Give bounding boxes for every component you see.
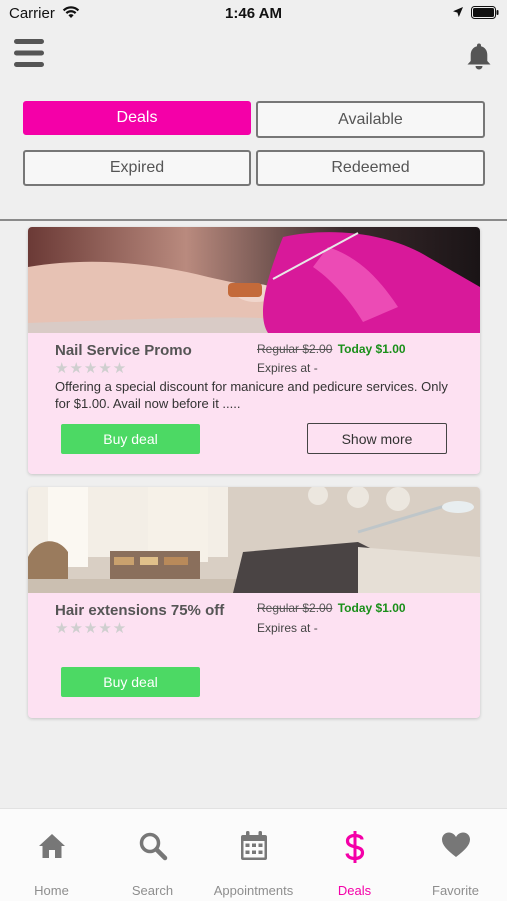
tab-favorite[interactable]: Favorite <box>405 809 506 901</box>
tab-favorite-label: Favorite <box>432 883 479 898</box>
tab-home-label: Home <box>34 883 69 898</box>
battery-icon <box>471 6 499 19</box>
deal-card: Hair extensions 75% off ★★★★★ Regular $2… <box>28 487 480 718</box>
tab-appointments-label: Appointments <box>213 883 294 898</box>
buy-deal-button[interactable]: Buy deal <box>61 667 200 697</box>
search-icon <box>139 832 167 861</box>
filter-redeemed-button[interactable]: Redeemed <box>256 150 485 186</box>
tab-deals-label: Deals <box>337 883 372 898</box>
rating-stars: ★★★★★ <box>55 360 128 377</box>
show-more-button[interactable]: Show more <box>307 423 447 454</box>
rating-stars: ★★★★★ <box>55 620 128 637</box>
deal-expires: Expires at - <box>257 621 318 635</box>
deal-card: Nail Service Promo ★★★★★ Regular $2.00 T… <box>28 227 480 474</box>
location-arrow-icon <box>453 7 463 17</box>
calendar-icon <box>240 831 267 860</box>
bell-icon[interactable] <box>466 42 492 70</box>
tab-deals[interactable]: Deals <box>304 809 405 901</box>
heart-icon <box>441 832 470 857</box>
tab-home[interactable]: Home <box>1 809 102 901</box>
buy-deal-button[interactable]: Buy deal <box>61 424 200 454</box>
tab-search[interactable]: Search <box>102 809 203 901</box>
status-time: 1:46 AM <box>225 5 282 22</box>
filter-expired-button[interactable]: Expired <box>23 150 251 186</box>
deal-title: Hair extensions 75% off <box>55 602 225 619</box>
deal-price: Regular $2.00 Today $1.00 <box>257 601 406 615</box>
salon-interior-photo <box>28 487 480 593</box>
regular-price: Regular $2.00 <box>257 342 333 356</box>
today-price: Today $1.00 <box>337 601 406 615</box>
filter-deals-button[interactable]: Deals <box>23 101 251 135</box>
tab-bar: Home Search Appointments Deals Favorite <box>0 808 507 901</box>
dollar-icon <box>344 831 364 863</box>
today-price: Today $1.00 <box>337 342 406 356</box>
section-divider <box>0 219 507 221</box>
deal-title: Nail Service Promo <box>55 342 192 359</box>
regular-price: Regular $2.00 <box>257 601 333 615</box>
deal-price: Regular $2.00 Today $1.00 <box>257 342 406 356</box>
tab-appointments[interactable]: Appointments <box>203 809 304 901</box>
nail-service-photo <box>28 227 480 333</box>
status-bar: Carrier 1:46 AM <box>0 0 507 28</box>
tab-search-label: Search <box>131 883 174 898</box>
deal-description: Offering a special discount for manicure… <box>55 379 448 411</box>
deal-expires: Expires at - <box>257 361 318 375</box>
filter-available-button[interactable]: Available <box>256 101 485 138</box>
home-icon <box>38 834 65 858</box>
hamburger-menu-icon[interactable] <box>14 38 44 68</box>
